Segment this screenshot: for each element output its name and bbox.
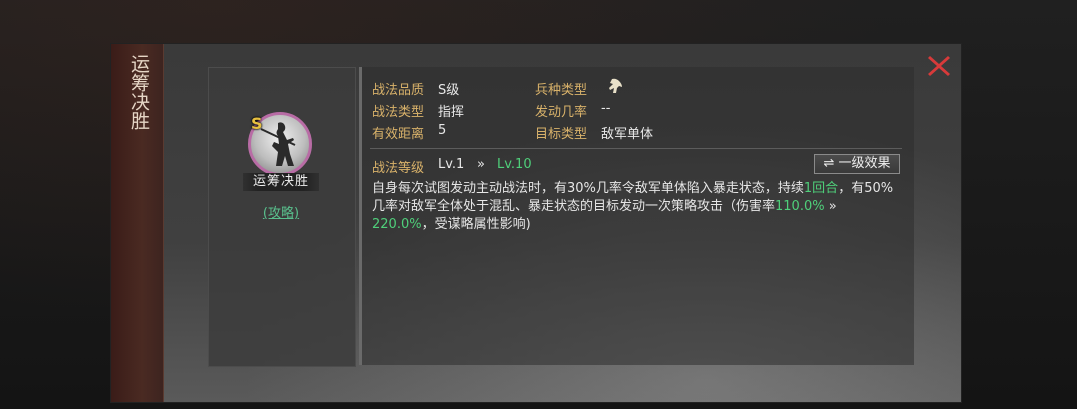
level-current: Lv.1 — [438, 157, 465, 172]
quality-value: S级 — [438, 83, 460, 98]
range-value: 5 — [438, 123, 447, 138]
level-max: Lv.10 — [497, 157, 532, 172]
skill-name-plate: 运筹决胜 — [243, 173, 319, 191]
grade-badge: S — [251, 114, 263, 133]
skill-description: 自身每次试图发动主动战法时，有30%几率令敌军单体陷入暴走状态，持续1回合，有5… — [372, 181, 894, 232]
level-label: 战法等级 — [372, 161, 425, 176]
cavalry-horse-icon — [606, 76, 626, 100]
target-value: 敌军单体 — [601, 127, 654, 142]
close-icon — [928, 56, 950, 76]
level-arrow: » — [477, 157, 485, 172]
close-button[interactable] — [925, 52, 953, 80]
divider — [370, 148, 902, 149]
unit-type-label: 兵种类型 — [535, 83, 588, 98]
target-label: 目标类型 — [535, 127, 588, 142]
quality-label: 战法品质 — [372, 83, 425, 98]
type-value: 指挥 — [438, 105, 465, 120]
chance-label: 发动几率 — [535, 105, 588, 120]
type-label: 战法类型 — [372, 105, 425, 120]
chance-value: -- — [601, 101, 611, 116]
side-title: 运筹决胜 — [128, 54, 150, 130]
range-label: 有效距离 — [372, 127, 425, 142]
level-effect-button[interactable]: ⇌ 一级效果 — [814, 154, 900, 174]
guide-link[interactable]: (攻略) — [249, 202, 313, 221]
